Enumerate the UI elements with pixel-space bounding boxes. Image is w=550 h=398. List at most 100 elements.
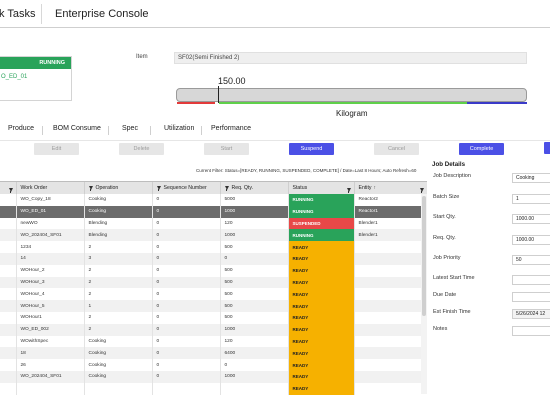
tab-utilization[interactable]: Utilization	[164, 125, 194, 132]
due-date-field[interactable]	[512, 292, 550, 302]
status-cell: READY	[288, 264, 355, 277]
grid-body: WO_Copy_18 Cooking 0 5000 RUNNING Reactor2 WO_…	[0, 194, 427, 395]
sort-ascending-icon[interactable]: ↑	[373, 185, 376, 191]
filter-icon[interactable]	[346, 187, 351, 193]
table-row[interactable]: WO_ED_01 Cooking 0 1000 RUNNING Reactor1	[0, 205, 427, 218]
operation-cell: 2	[84, 276, 153, 289]
notes-field[interactable]	[512, 326, 550, 336]
sequence-cell: 0	[152, 241, 221, 253]
work-order-cell: WO_202404_SF01	[16, 229, 85, 242]
filter-icon[interactable]	[8, 187, 13, 193]
sequence-cell: 0	[152, 276, 221, 289]
work-order-cell: WO_ED_002	[16, 323, 85, 336]
table-row[interactable]: WO_Copy_18 Cooking 0 5000 RUNNING Reactor2	[0, 194, 427, 206]
work-order-cell: WO_ED_01	[16, 205, 85, 218]
batch-size-field[interactable]: 1	[512, 194, 550, 204]
delete-button[interactable]: Delete	[119, 143, 164, 155]
sequence-cell: 0	[152, 311, 221, 324]
work-unit-card[interactable]: RUNNING O_ED_01	[0, 56, 72, 101]
job-priority-field[interactable]: 50	[512, 255, 550, 265]
table-row[interactable]: WO_202404_SF01 Blending 0 1000 RUNNING Blende…	[0, 229, 427, 242]
row-indicator-cell	[0, 311, 17, 324]
tab-tasks[interactable]: k Tasks	[0, 8, 35, 20]
column-header-status[interactable]: Status	[288, 182, 355, 194]
start-button[interactable]: Start	[204, 143, 249, 155]
table-row[interactable]: READY	[0, 382, 427, 395]
work-order-cell: WOHour_4	[16, 288, 85, 301]
sequence-cell	[152, 382, 221, 395]
filter-icon[interactable]	[88, 185, 93, 191]
table-row[interactable]: WOwithSpec Cooking 0 120 READY	[0, 335, 427, 348]
tab-produce[interactable]: Produce	[8, 125, 34, 132]
row-indicator-cell	[0, 288, 17, 301]
filter-icon[interactable]	[156, 185, 161, 191]
scrollbar-thumb[interactable]	[422, 196, 426, 316]
table-row[interactable]: newWO Blending 0 120 SUSPENDED Blender1	[0, 217, 427, 230]
status-cell: RUNNING	[288, 229, 355, 242]
row-indicator-cell	[0, 241, 17, 253]
column-header-sequence[interactable]: Sequence Number	[152, 182, 221, 194]
table-row[interactable]: WO_ED_002 2 0 1000 READY	[0, 323, 427, 336]
tab-performance[interactable]: Performance	[211, 125, 251, 132]
filter-icon[interactable]	[224, 185, 229, 191]
tab-spec[interactable]: Spec	[122, 125, 138, 132]
sequence-cell: 0	[152, 194, 221, 206]
complete-button[interactable]: Complete	[459, 143, 504, 155]
start-qty-field[interactable]: 1000.00	[512, 214, 550, 224]
cancel-button[interactable]: Cancel	[374, 143, 419, 155]
quantity-marker	[218, 86, 219, 103]
tab-enterprise-console[interactable]: Enterprise Console	[55, 8, 149, 20]
table-row[interactable]: WOHour_4 2 0 500 READY	[0, 288, 427, 301]
filter-icon[interactable]	[419, 187, 424, 193]
column-header-req-qty[interactable]: Req. Qty.	[220, 182, 289, 194]
operation-cell: Cooking	[84, 359, 153, 371]
req-qty-cell: 0	[220, 252, 289, 265]
table-row[interactable]: 1234 2 0 500 READY	[0, 241, 427, 253]
row-indicator-cell	[0, 252, 17, 265]
job-details-title: Job Details	[432, 161, 466, 168]
table-row[interactable]: 26 Cooking 0 0 READY	[0, 359, 427, 371]
table-row[interactable]: WOHour_5 1 0 500 READY	[0, 300, 427, 312]
work-order-cell: newWO	[16, 217, 85, 230]
start-qty-label: Start Qty.	[433, 214, 456, 220]
status-cell: RUNNING	[288, 194, 355, 206]
table-row[interactable]: WOHour_2 2 0 500 READY	[0, 264, 427, 277]
req-qty-cell: 500	[220, 311, 289, 324]
entity-cell	[354, 311, 427, 324]
table-row[interactable]: 18 Cooking 0 6400 READY	[0, 347, 427, 360]
column-header-blank	[0, 182, 17, 194]
grid-scrollbar[interactable]	[421, 194, 427, 394]
req-qty-cell: 120	[220, 217, 289, 230]
edit-button[interactable]: Edit	[34, 143, 79, 155]
operation-cell: Cooking	[84, 370, 153, 383]
req-qty-field[interactable]: 1000.00	[512, 235, 550, 245]
work-order-cell: 26	[16, 359, 85, 371]
tab-divider	[150, 126, 151, 135]
column-header-operation[interactable]: Operation	[84, 182, 153, 194]
operation-cell: Cooking	[84, 335, 153, 348]
entity-cell	[354, 264, 427, 277]
quantity-value: 150.00	[218, 76, 246, 86]
quantity-unit: Kilogram	[336, 109, 368, 118]
quantity-progress-bar	[176, 88, 527, 102]
table-row[interactable]: 14 3 0 0 READY	[0, 252, 427, 265]
status-cell: SUSPENDED	[288, 217, 355, 230]
overflow-button[interactable]	[544, 142, 550, 154]
status-cell: READY	[288, 323, 355, 336]
work-order-cell: WOwithSpec	[16, 335, 85, 348]
latest-start-field[interactable]	[512, 275, 550, 285]
sequence-cell: 0	[152, 205, 221, 218]
column-header-entity[interactable]: Entity ↑	[354, 182, 427, 194]
table-row[interactable]: WOHour1 2 0 500 READY	[0, 311, 427, 324]
table-row[interactable]: WO_202404_SF01 Cooking 0 1000 READY	[0, 370, 427, 383]
job-description-field[interactable]: Cooking	[512, 173, 550, 183]
top-bar: k Tasks Enterprise Console	[0, 0, 550, 28]
table-row[interactable]: WOHour_3 2 0 500 READY	[0, 276, 427, 289]
tab-bom-consume[interactable]: BOM Consume	[53, 125, 101, 132]
suspend-button[interactable]: Suspend	[289, 143, 334, 155]
req-qty-cell	[220, 382, 289, 395]
column-header-work-order[interactable]: Work Order	[16, 182, 85, 194]
status-cell: READY	[288, 359, 355, 371]
entity-cell: Reactor1	[354, 205, 427, 218]
work-order-cell: WOHour_3	[16, 276, 85, 289]
